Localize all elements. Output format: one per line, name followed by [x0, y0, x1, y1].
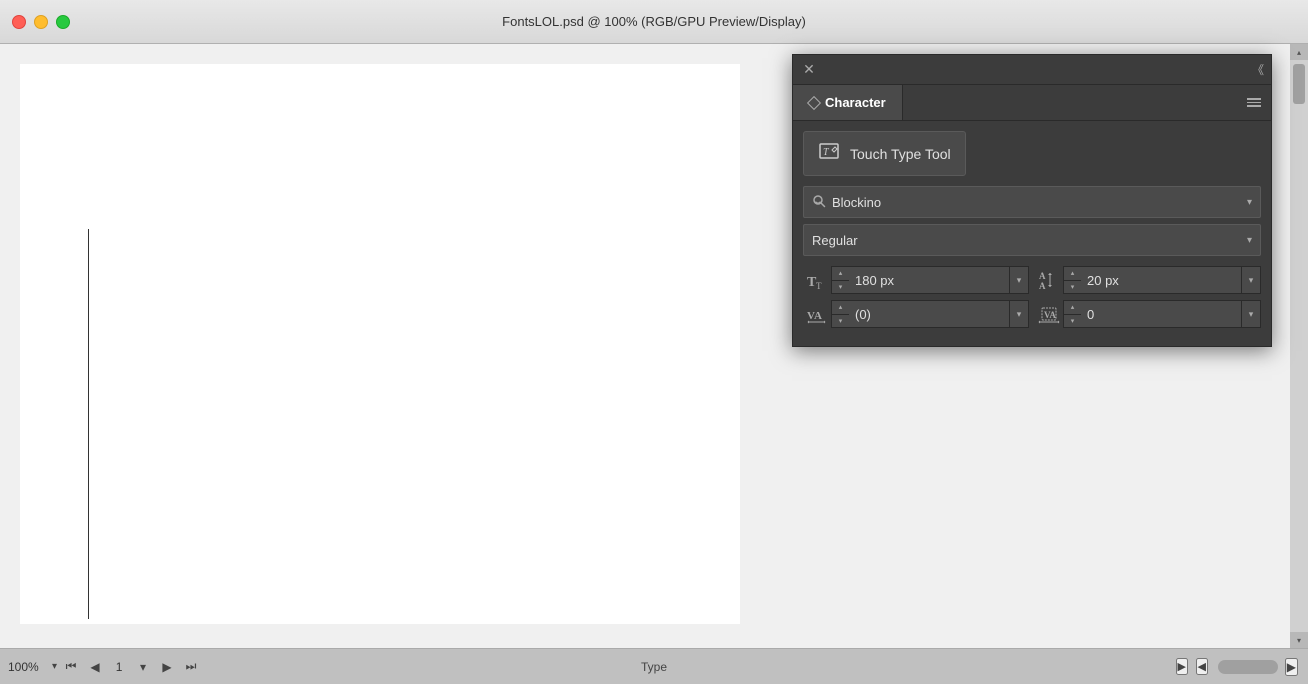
tracking-up-button[interactable]: ▴ [1064, 301, 1081, 315]
panel-tabs: Character [793, 85, 1271, 121]
zoom-value: 100% [8, 660, 48, 674]
leading-group: A A ▴ ▾ 20 px ▾ [1035, 266, 1261, 294]
font-style-dropdown-button[interactable]: ▾ [1247, 235, 1252, 246]
tab-character-label: Character [825, 95, 886, 110]
tracking-icon: VA [1035, 300, 1063, 328]
font-size-up-button[interactable]: ▴ [832, 267, 849, 281]
bottom-right-arrow-button[interactable]: ▶ [1285, 658, 1298, 676]
play-forward-button[interactable]: ▶ [1176, 658, 1188, 675]
main-area: ▴ ▾ ✕ 《 Character [0, 44, 1308, 648]
kerning-group: V A ▴ ▾ (0) ▾ [803, 300, 1029, 328]
tab-character[interactable]: Character [793, 85, 903, 120]
scrubber[interactable] [1218, 660, 1278, 674]
kerning-down-button[interactable]: ▾ [832, 315, 849, 328]
font-family-dropdown-button[interactable]: ▾ [1247, 197, 1252, 208]
metrics-row-1: T T ▴ ▾ 180 px ▾ A [803, 266, 1261, 294]
font-size-value[interactable]: 180 px [849, 266, 1009, 294]
leading-value[interactable]: 20 px [1081, 266, 1241, 294]
scroll-down-button[interactable]: ▾ [1290, 632, 1308, 648]
font-size-spinner: ▴ ▾ [831, 266, 849, 294]
panel-close-button[interactable]: ✕ [801, 62, 817, 78]
svg-text:T: T [816, 281, 822, 291]
font-search-icon [812, 194, 826, 211]
scrollbar-right: ▴ ▾ [1290, 44, 1308, 648]
tracking-dropdown-button[interactable]: ▾ [1241, 300, 1261, 328]
svg-text:A: A [1039, 281, 1046, 291]
scroll-thumb[interactable] [1293, 64, 1305, 104]
nav-first-button[interactable]: ⏮ [61, 657, 81, 677]
kerning-up-button[interactable]: ▴ [832, 301, 849, 315]
font-size-icon: T T [803, 266, 831, 294]
svg-text:T: T [823, 147, 830, 158]
tracking-down-button[interactable]: ▾ [1064, 315, 1081, 328]
leading-icon: A A [1035, 266, 1063, 294]
window-controls [12, 15, 70, 29]
play-back-button[interactable]: ◀ [1196, 658, 1208, 675]
menu-line-3 [1247, 105, 1261, 107]
panel-body: T Touch Type Tool Blockino ▾ [793, 121, 1271, 346]
close-button[interactable] [12, 15, 26, 29]
tracking-group: VA ▴ ▾ 0 ▾ [1035, 300, 1261, 328]
font-family-row[interactable]: Blockino ▾ [803, 186, 1261, 218]
kerning-icon: V A [803, 300, 831, 328]
touch-type-tool-label: Touch Type Tool [850, 146, 951, 162]
character-panel: ✕ 《 Character T [792, 54, 1272, 347]
zoom-dropdown-button[interactable]: ▾ [52, 661, 57, 672]
font-size-dropdown-button[interactable]: ▾ [1009, 266, 1029, 294]
font-size-down-button[interactable]: ▾ [832, 281, 849, 294]
touch-type-tool-icon: T [818, 140, 840, 167]
leading-dropdown-button[interactable]: ▾ [1241, 266, 1261, 294]
page-dropdown-button[interactable]: ▾ [133, 657, 153, 677]
font-size-group: T T ▴ ▾ 180 px ▾ [803, 266, 1029, 294]
nav-prev-button[interactable]: ◀ [85, 657, 105, 677]
kerning-spinner: ▴ ▾ [831, 300, 849, 328]
maximize-button[interactable] [56, 15, 70, 29]
diamond-icon [807, 95, 821, 109]
window-title: FontsLOL.psd @ 100% (RGB/GPU Preview/Dis… [502, 14, 806, 29]
bottom-bar: 100% ▾ ⏮ ◀ 1 ▾ ▶ ⏭ Type ▶ ◀ ▶ [0, 648, 1308, 684]
panel-header: ✕ 《 [793, 55, 1271, 85]
font-style-value: Regular [812, 233, 1247, 248]
svg-text:A: A [1039, 271, 1046, 281]
canvas-document [20, 64, 740, 624]
svg-text:VA: VA [1044, 310, 1056, 320]
minimize-button[interactable] [34, 15, 48, 29]
kerning-dropdown-button[interactable]: ▾ [1009, 300, 1029, 328]
type-label: Type [641, 660, 667, 674]
text-cursor [88, 229, 89, 619]
kerning-value[interactable]: (0) [849, 300, 1009, 328]
scroll-up-button[interactable]: ▴ [1290, 44, 1308, 60]
panel-collapse-button[interactable]: 《 [1252, 61, 1263, 78]
font-family-value: Blockino [832, 195, 1247, 210]
svg-text:A: A [814, 310, 822, 322]
menu-line-2 [1247, 102, 1261, 104]
panel-menu-button[interactable] [1237, 98, 1271, 107]
metrics-row-2: V A ▴ ▾ (0) ▾ [803, 300, 1261, 328]
nav-next-button[interactable]: ▶ [157, 657, 177, 677]
leading-up-button[interactable]: ▴ [1064, 267, 1081, 281]
title-bar: FontsLOL.psd @ 100% (RGB/GPU Preview/Dis… [0, 0, 1308, 44]
page-number: 1 [109, 660, 129, 674]
tracking-value[interactable]: 0 [1081, 300, 1241, 328]
tracking-spinner: ▴ ▾ [1063, 300, 1081, 328]
touch-type-tool-button[interactable]: T Touch Type Tool [803, 131, 966, 176]
font-style-row[interactable]: Regular ▾ [803, 224, 1261, 256]
leading-spinner: ▴ ▾ [1063, 266, 1081, 294]
leading-down-button[interactable]: ▾ [1064, 281, 1081, 294]
menu-line-1 [1247, 98, 1261, 100]
nav-last-button[interactable]: ⏭ [181, 657, 201, 677]
